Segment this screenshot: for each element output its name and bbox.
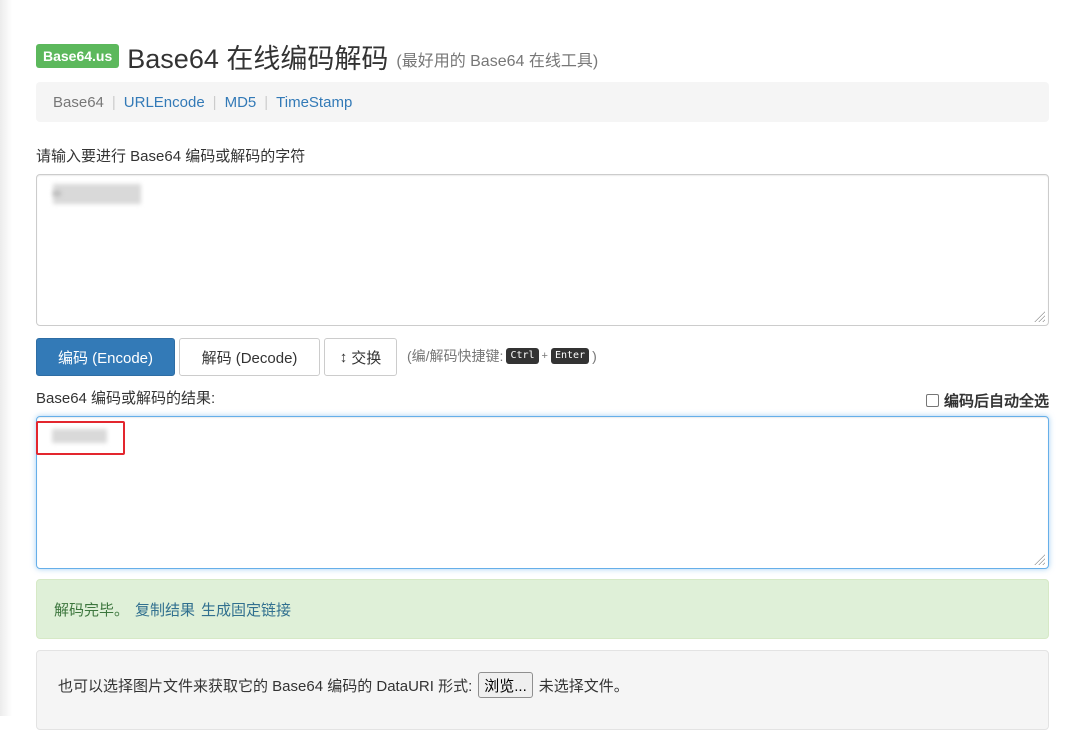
decode-button[interactable]: 解码 (Decode) — [179, 338, 320, 376]
resize-handle[interactable] — [1033, 310, 1045, 322]
page-edge-shadow — [0, 0, 12, 716]
nav-separator: | — [111, 93, 116, 111]
tool-nav: Base64 | URLEncode | MD5 | TimeStamp — [36, 82, 1049, 122]
nav-separator: | — [264, 93, 269, 111]
output-textarea[interactable] — [36, 416, 1049, 569]
file-upload-panel: 也可以选择图片文件来获取它的 Base64 编码的 DataURI 形式: 浏览… — [36, 650, 1049, 730]
enter-key: Enter — [550, 348, 590, 364]
copy-result-link[interactable]: 复制结果 — [135, 599, 195, 620]
autoselect-checkbox[interactable] — [925, 394, 939, 407]
status-message: 解码完毕。 — [54, 601, 130, 619]
swap-button-label: 交换 — [351, 349, 382, 367]
nav-item-urlencode[interactable]: URLEncode — [124, 94, 205, 111]
autoselect-option[interactable]: 编码后自动全选 — [925, 390, 1049, 411]
browse-button[interactable]: 浏览... — [478, 672, 533, 698]
brand-badge[interactable]: Base64.us — [36, 44, 120, 68]
shortcut-suffix: ) — [592, 348, 597, 364]
shortcut-plus: + — [541, 350, 548, 362]
permalink-link[interactable]: 生成固定链接 — [201, 599, 291, 620]
obscured-input-text — [53, 191, 61, 196]
annotation-highlight — [36, 421, 125, 455]
page-header: Base64.us Base64 在线编码解码 (最好用的 Base64 在线工… — [36, 38, 598, 74]
page-title: Base64 在线编码解码 — [127, 43, 389, 74]
encode-button[interactable]: 编码 (Encode) — [36, 338, 175, 376]
nav-item-timestamp[interactable]: TimeStamp — [276, 94, 352, 111]
autoselect-label: 编码后自动全选 — [943, 393, 1049, 410]
status-alert: 解码完毕。 复制结果 生成固定链接 — [36, 579, 1049, 639]
page-subtitle: (最好用的 Base64 在线工具) — [396, 53, 599, 70]
swap-button[interactable]: ↕ 交换 — [324, 338, 397, 376]
nav-item-base64: Base64 — [53, 93, 104, 111]
nav-separator: | — [212, 93, 217, 111]
swap-arrows-icon: ↕ — [339, 348, 348, 366]
output-label: Base64 编码或解码的结果: — [36, 390, 216, 407]
shortcut-prefix: (编/解码快捷键: — [407, 348, 504, 364]
obscured-input-text — [53, 184, 141, 204]
input-textarea[interactable] — [36, 174, 1049, 326]
shortcut-hint: (编/解码快捷键: Ctrl + Enter ) — [407, 346, 597, 366]
input-label: 请输入要进行 Base64 编码或解码的字符 — [36, 148, 306, 165]
file-prompt: 也可以选择图片文件来获取它的 Base64 编码的 DataURI 形式: — [58, 678, 473, 695]
resize-handle[interactable] — [1033, 553, 1045, 565]
ctrl-key: Ctrl — [506, 348, 539, 364]
no-file-label: 未选择文件。 — [538, 678, 629, 695]
nav-item-md5[interactable]: MD5 — [225, 94, 257, 111]
